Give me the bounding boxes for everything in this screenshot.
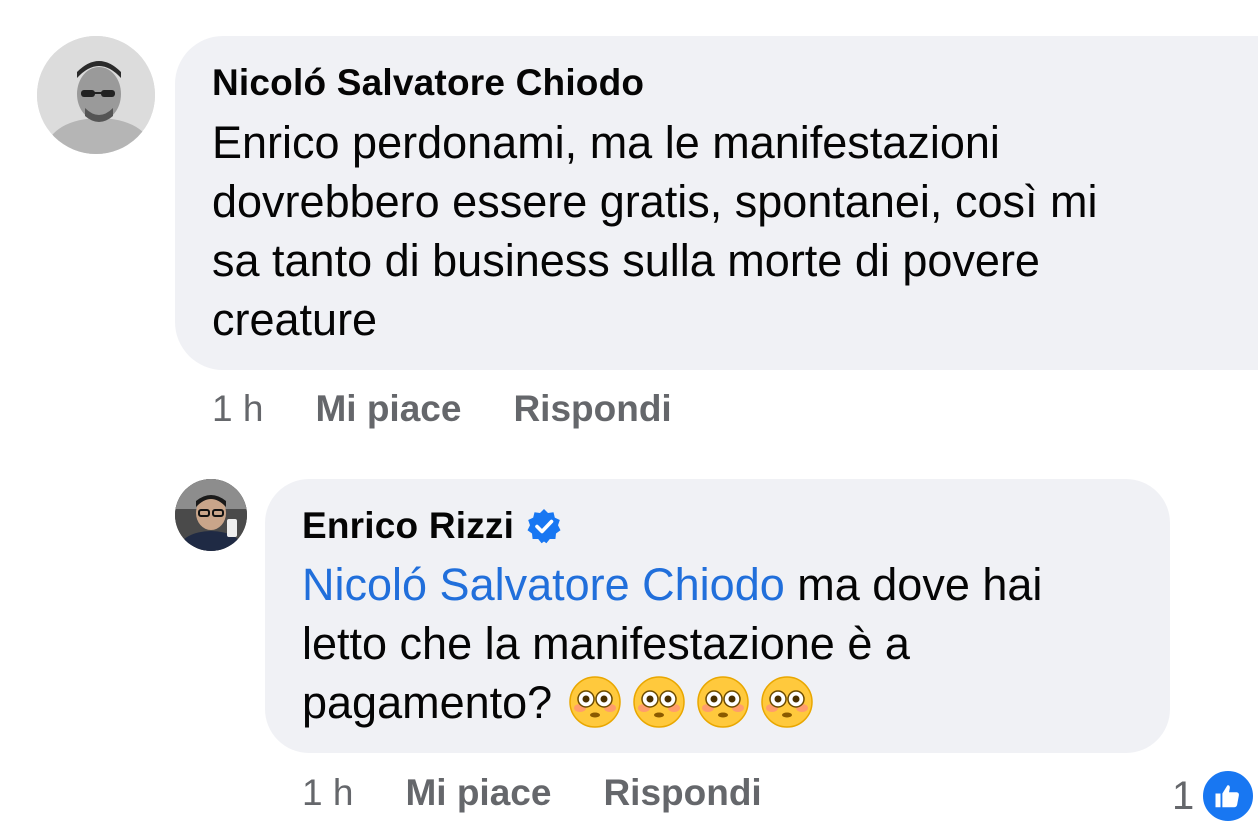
- avatar-enrico[interactable]: [175, 479, 247, 551]
- reply-author: Enrico Rizzi: [302, 505, 562, 547]
- comment-time: 1 h: [212, 388, 264, 429]
- flushed-face-emoji: [569, 676, 621, 728]
- like-button[interactable]: Mi piace: [315, 388, 461, 430]
- avatar-photo: [37, 36, 155, 154]
- thumbs-up-icon: [1200, 768, 1257, 824]
- comment-text: Enrico perdonami, ma le manifestazioni d…: [212, 113, 1097, 349]
- comment-author[interactable]: Nicoló Salvatore Chiodo: [212, 62, 644, 104]
- reaction-summary[interactable]: 1: [1172, 768, 1257, 824]
- reply-line: letto che la manifestazione è a: [302, 618, 910, 669]
- reply-author-name[interactable]: Enrico Rizzi: [302, 505, 514, 547]
- flushed-face-emoji: [697, 676, 749, 728]
- reply-actions: 1 h Mi piace Rispondi: [302, 772, 762, 814]
- mention-link[interactable]: Nicoló Salvatore Chiodo: [302, 559, 785, 610]
- avatar-photo: [175, 479, 247, 551]
- like-button[interactable]: Mi piace: [405, 772, 551, 814]
- reply-text-fragment: ma dove hai: [784, 559, 1043, 610]
- comment-line: Enrico perdonami, ma le manifestazioni: [212, 117, 1000, 168]
- comment-actions: 1 h Mi piace Rispondi: [212, 388, 672, 430]
- comment-line: sa tanto di business sulla morte di pove…: [212, 235, 1040, 286]
- reply-button[interactable]: Rispondi: [603, 772, 761, 814]
- reply-line: Nicoló Salvatore Chiodo ma dove hai: [302, 555, 1042, 614]
- reply-time: 1 h: [302, 772, 354, 813]
- avatar-nicolo[interactable]: [37, 36, 155, 154]
- reply-line: pagamento?: [302, 673, 1042, 733]
- comment-line: dovrebbero essere gratis, spontanei, cos…: [212, 176, 1098, 227]
- flushed-face-emoji: [761, 676, 813, 728]
- flushed-face-emoji: [633, 676, 685, 728]
- reply-button[interactable]: Rispondi: [513, 388, 671, 430]
- verified-badge-icon: [527, 509, 561, 544]
- reply-text-fragment: pagamento?: [302, 677, 553, 728]
- reply-text: Nicoló Salvatore Chiodo ma dove hai lett…: [302, 555, 1042, 733]
- reaction-count: 1: [1172, 773, 1195, 818]
- comment-line: creature: [212, 294, 378, 345]
